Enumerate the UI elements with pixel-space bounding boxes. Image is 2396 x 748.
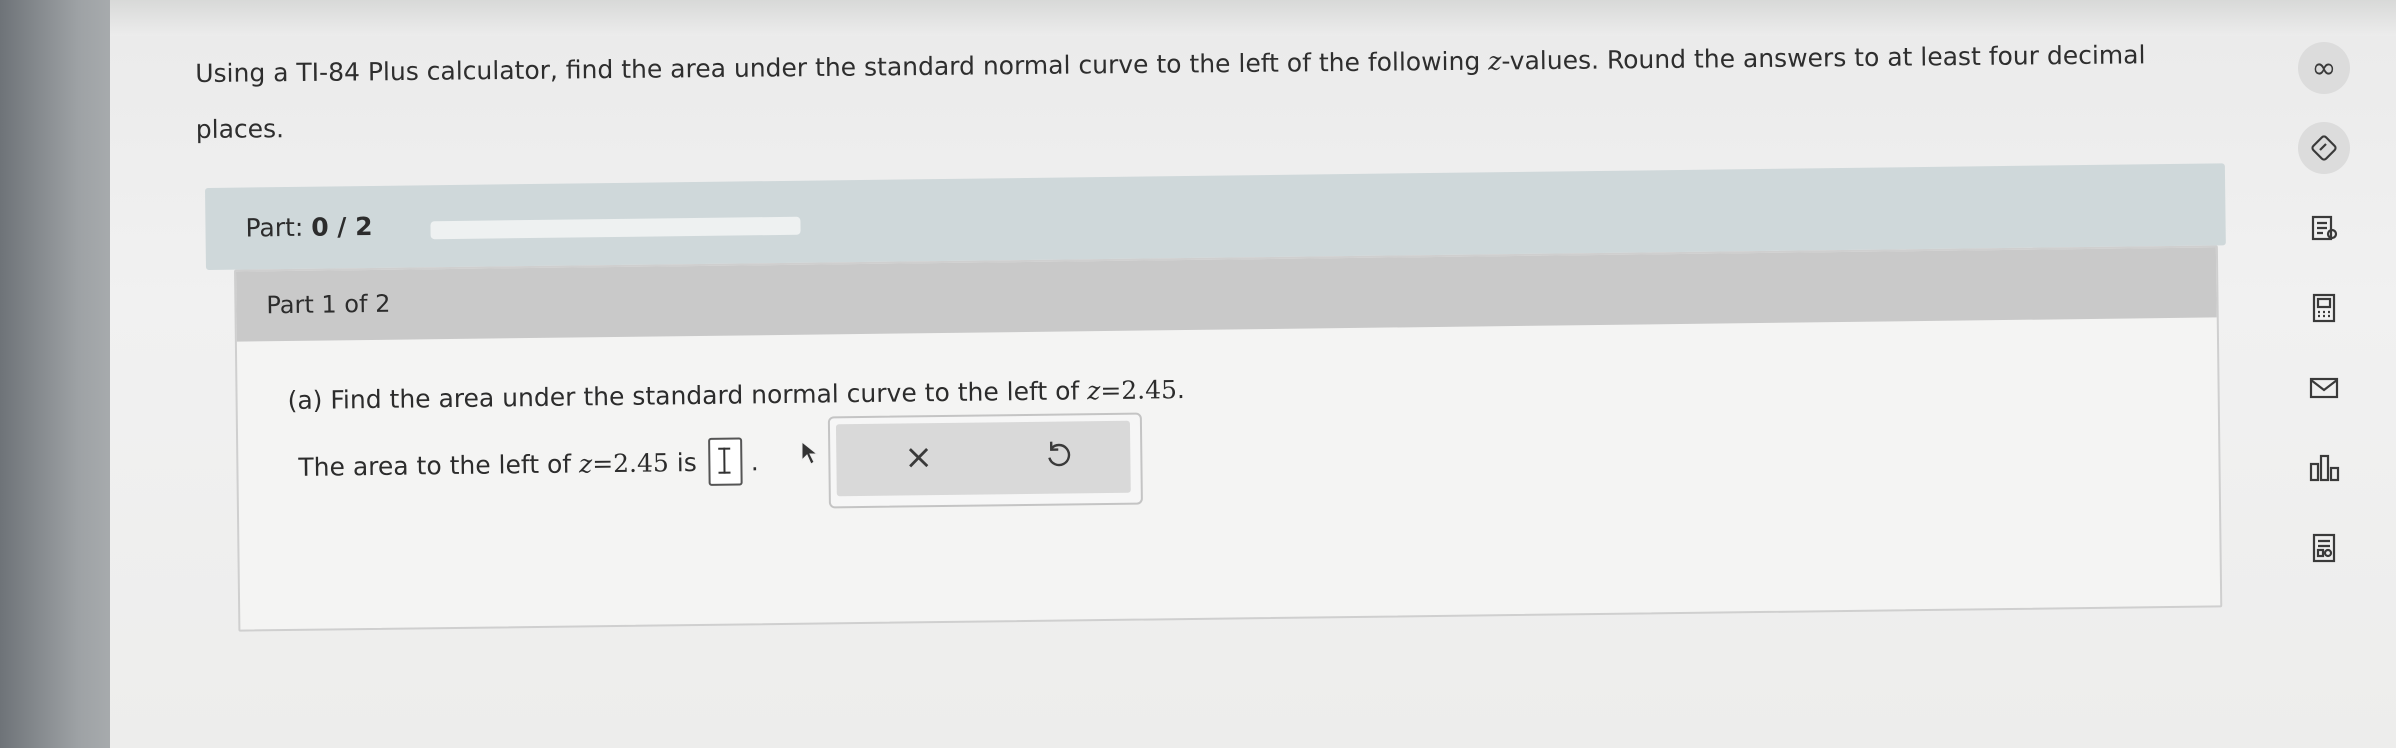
undo-button[interactable]	[1041, 437, 1075, 471]
toolbar-item-mail[interactable]	[2298, 362, 2350, 414]
undo-icon	[1048, 441, 1071, 467]
answer-is: is	[668, 447, 697, 477]
worksheet-icon	[2312, 533, 2336, 563]
answer-variable: z	[578, 448, 593, 478]
toolbar-item-worksheet[interactable]	[2298, 522, 2350, 574]
prompt-text: (a) Find the area under the standard nor…	[287, 376, 1088, 416]
text-cursor-icon	[723, 447, 726, 474]
progress-track	[430, 216, 801, 240]
progress-label-text: Part:	[245, 212, 304, 243]
toolbar-item-chart[interactable]	[2298, 442, 2350, 494]
answer-equation: =2.45	[592, 447, 670, 478]
toolbar-item-infinity[interactable]: ∞	[2298, 42, 2350, 94]
clear-button[interactable]: ×	[904, 437, 933, 477]
question-text-part: Using a TI-84 Plus calculator, find the …	[195, 46, 1489, 88]
part-card: Part 1 of 2 (a) Find the area under the …	[233, 245, 2223, 632]
mouse-pointer-icon	[801, 440, 819, 465]
prompt-equation: =2.45	[1100, 375, 1178, 406]
answer-text: The area to the left of z=2.45 is	[298, 448, 697, 482]
chart-icon	[2309, 454, 2340, 482]
part-prompt: (a) Find the area under the standard nor…	[287, 375, 1185, 415]
mail-icon	[2309, 377, 2339, 399]
action-panel: ×	[827, 412, 1143, 509]
question-panel: Part: 0 / 2 Part 1 of 2 (a) Find the are…	[205, 163, 2230, 632]
calculator-icon	[2312, 293, 2336, 323]
question-text-part: -values. Round the answers to at least f…	[1501, 40, 2146, 76]
notes-icon	[2311, 215, 2338, 241]
right-toolbar: ∞	[2290, 40, 2360, 580]
toolbar-item-tag[interactable]	[2298, 122, 2350, 174]
tag-icon	[2311, 135, 2337, 161]
progress-label: Part: 0 / 2	[245, 212, 372, 243]
part-header-label: Part 1 of 2	[266, 289, 391, 320]
answer-line: The area to the left of z=2.45 is .	[298, 437, 759, 491]
toolbar-item-notes[interactable]	[2298, 202, 2350, 254]
answer-end: .	[750, 446, 759, 476]
answer-prefix: The area to the left of	[298, 448, 580, 482]
prompt-variable: z	[1086, 376, 1101, 406]
answer-input[interactable]	[708, 437, 744, 486]
action-panel-inner: ×	[835, 420, 1131, 497]
infinity-icon: ∞	[2311, 50, 2337, 86]
progress-value: 0 / 2	[311, 211, 373, 242]
prompt-end: .	[1176, 375, 1186, 405]
question-text: Using a TI-84 Plus calculator, find the …	[195, 27, 2226, 158]
question-variable: z	[1488, 46, 1502, 76]
toolbar-item-calculator[interactable]	[2298, 282, 2350, 334]
